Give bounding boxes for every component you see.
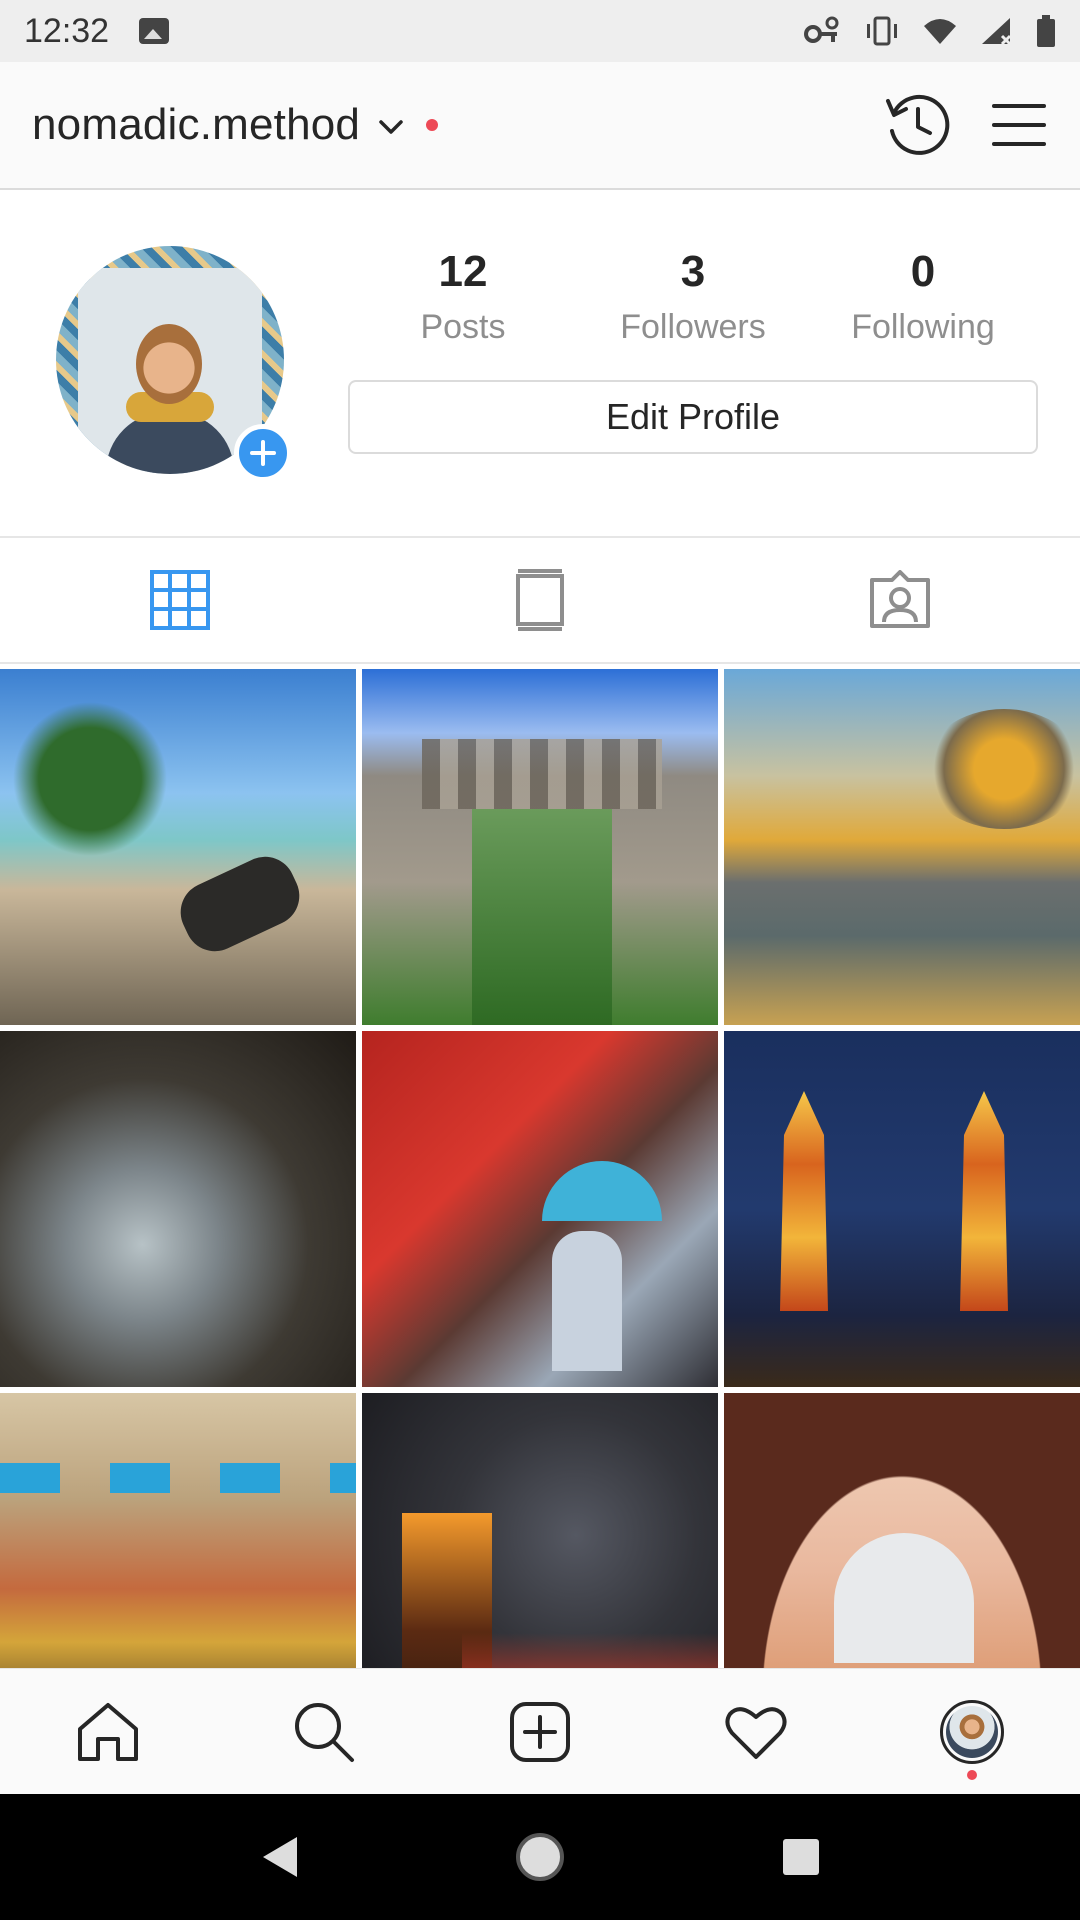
profile-notification-dot — [967, 1770, 977, 1780]
plus-icon — [250, 440, 276, 466]
stat-following[interactable]: 0 Following — [808, 246, 1038, 347]
archive-history-icon[interactable] — [882, 91, 950, 159]
add-story-button[interactable] — [234, 424, 292, 482]
nav-activity[interactable] — [648, 1669, 864, 1794]
vpn-key-icon — [804, 16, 839, 43]
profile-section: 12 Posts 3 Followers 0 Following Edit Pr… — [0, 190, 1080, 536]
stat-following-label: Following — [851, 308, 995, 346]
new-post-icon — [510, 1701, 570, 1762]
post-thumbnail-night-aarti[interactable] — [362, 1393, 718, 1668]
post-thumbnail-waterfall-cave[interactable] — [0, 1031, 356, 1387]
nav-new-post[interactable] — [432, 1669, 648, 1794]
profile-avatar-wrap[interactable] — [56, 246, 292, 482]
profile-stats: 12 Posts 3 Followers 0 Following — [348, 246, 1038, 347]
nav-home[interactable] — [0, 1669, 216, 1794]
stat-posts[interactable]: 12 Posts — [348, 246, 578, 347]
account-switcher-username[interactable]: nomadic.method — [32, 100, 360, 150]
image-icon — [139, 18, 170, 44]
system-nav-bar — [0, 1794, 1080, 1920]
stat-followers[interactable]: 3 Followers — [578, 246, 808, 347]
profile-avatar-small — [940, 1699, 1004, 1764]
tagged-icon — [870, 570, 930, 628]
vibrate-icon — [867, 16, 897, 46]
stat-posts-value: 12 — [438, 247, 488, 296]
profile-header: nomadic.method — [0, 62, 1080, 190]
stat-posts-label: Posts — [420, 308, 506, 346]
nav-search[interactable] — [216, 1669, 432, 1794]
tab-igtv[interactable] — [360, 538, 720, 662]
tab-tagged[interactable] — [720, 538, 1080, 662]
notification-dot — [426, 119, 439, 131]
grid-icon — [150, 570, 210, 630]
search-icon — [295, 1702, 354, 1762]
igtv-icon — [516, 569, 564, 631]
post-thumbnail-ghat-ceremony[interactable] — [0, 1393, 356, 1668]
home-button-icon[interactable] — [514, 1831, 566, 1883]
tab-grid[interactable] — [0, 538, 360, 662]
post-thumbnail-courtyard-ruins[interactable] — [362, 669, 718, 1025]
nav-profile[interactable] — [864, 1669, 1080, 1794]
post-thumbnail-sunset-beach[interactable] — [724, 669, 1080, 1025]
status-icons — [804, 15, 1056, 47]
post-thumbnail-beach-cannon[interactable] — [0, 669, 356, 1025]
bottom-nav — [0, 1668, 1080, 1794]
post-thumbnail-taj-mahal-arch[interactable] — [724, 1393, 1080, 1668]
back-icon[interactable] — [257, 1833, 301, 1881]
wifi-icon — [924, 19, 956, 44]
stat-followers-value: 3 — [680, 247, 706, 296]
profile-tabs — [0, 536, 1080, 664]
chevron-down-icon[interactable] — [378, 118, 404, 136]
battery-icon — [1037, 15, 1055, 47]
activity-heart-icon — [725, 1706, 787, 1759]
home-icon — [78, 1702, 138, 1761]
recents-icon[interactable] — [779, 1835, 823, 1879]
posts-grid — [0, 669, 1080, 1668]
status-bar: 12:32 — [0, 0, 1080, 62]
menu-icon[interactable] — [990, 100, 1048, 150]
status-time: 12:32 — [24, 11, 110, 50]
post-thumbnail-twin-pagodas[interactable] — [724, 1031, 1080, 1387]
edit-profile-button[interactable]: Edit Profile — [348, 380, 1038, 454]
stat-followers-label: Followers — [620, 308, 766, 346]
stat-following-value: 0 — [910, 247, 936, 296]
header-actions — [882, 91, 1048, 159]
signal-icon — [982, 18, 1012, 46]
post-thumbnail-red-market-street[interactable] — [362, 1031, 718, 1387]
